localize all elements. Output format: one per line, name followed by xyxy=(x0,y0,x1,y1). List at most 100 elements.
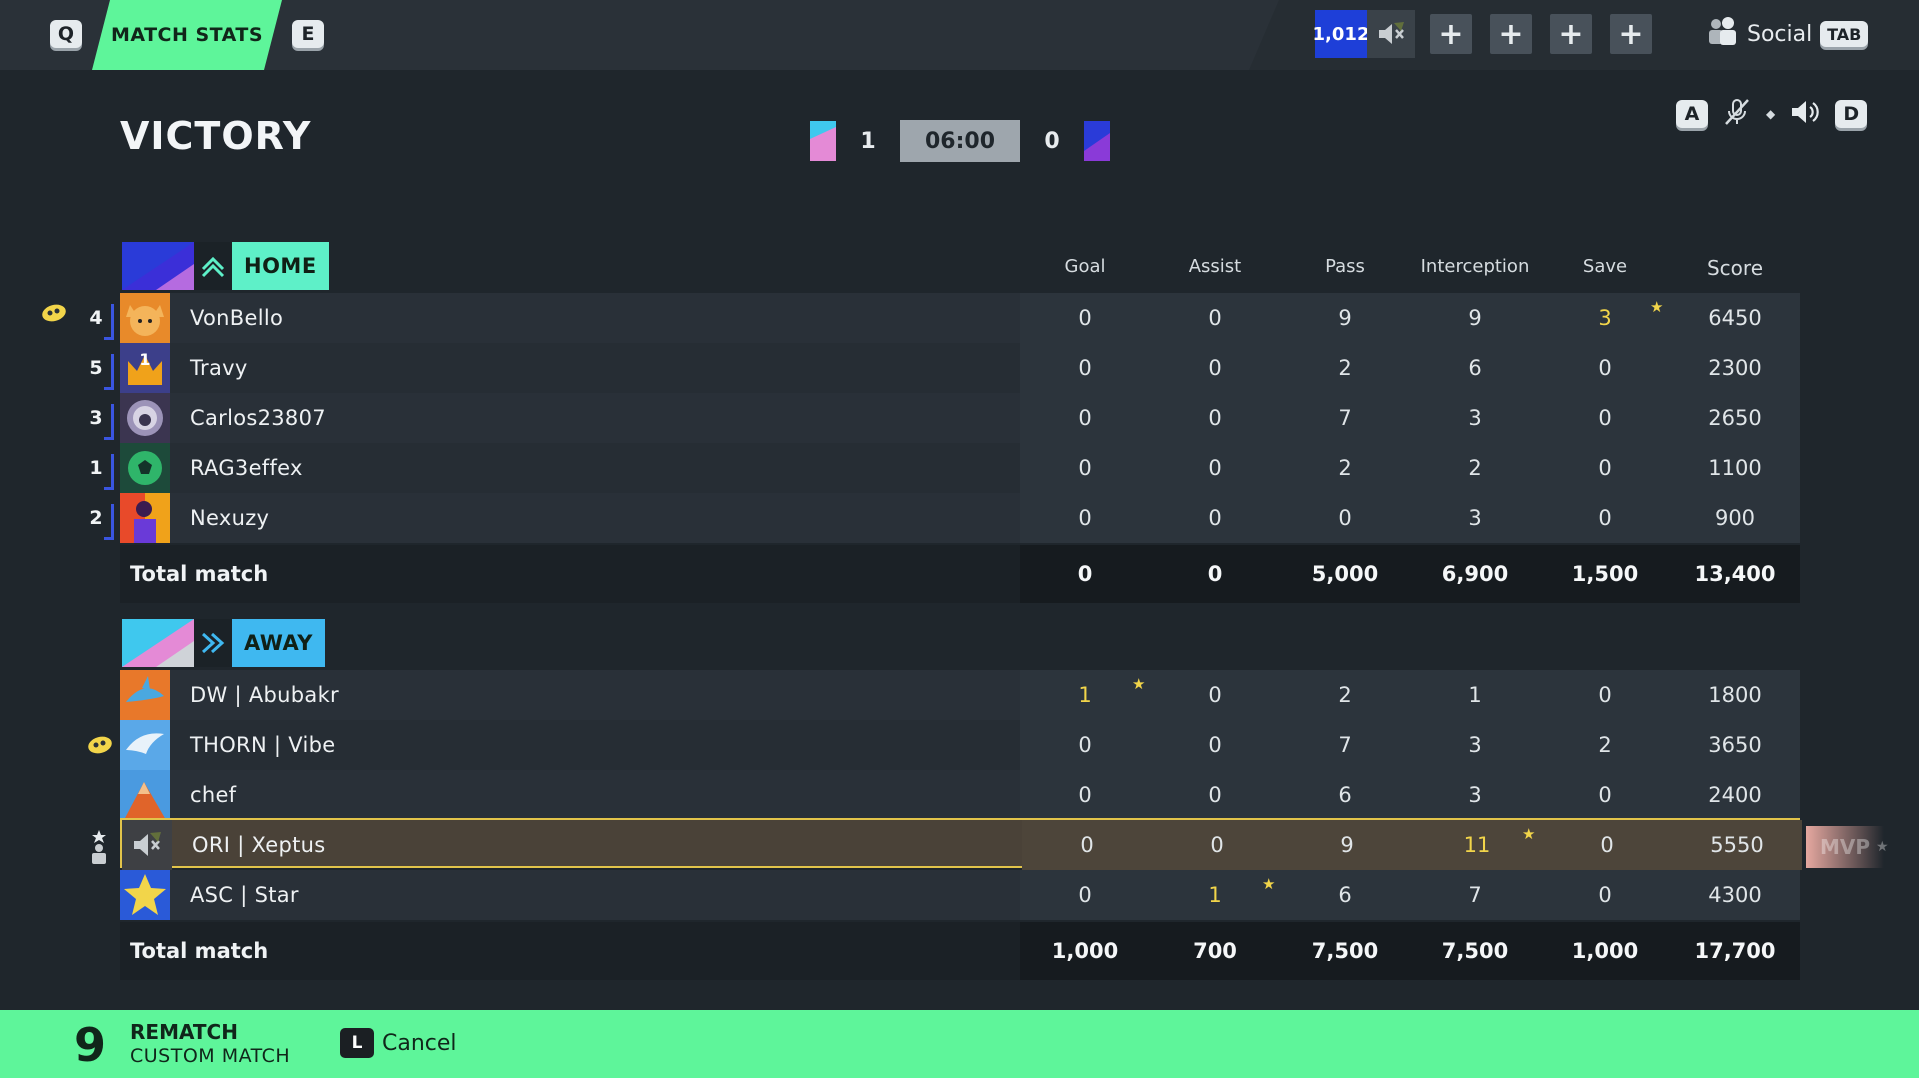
prev-tab-key[interactable]: Q xyxy=(50,20,82,48)
table-row[interactable]: Nexuzy 0 0 0 3 0 900 xyxy=(120,493,1800,543)
away-team-flag-icon xyxy=(1084,121,1110,161)
rematch-countdown: 9 xyxy=(74,1018,107,1072)
social-label: Social xyxy=(1747,21,1813,47)
pass-value: 2 xyxy=(1338,356,1352,380)
save-value: 0 xyxy=(1600,833,1614,857)
add-slot-button[interactable]: + xyxy=(1550,14,1592,54)
score-value: 2650 xyxy=(1708,406,1762,430)
away-team-header: AWAY xyxy=(122,619,325,667)
local-player-icon xyxy=(86,830,112,868)
match-timer: 06:00 xyxy=(900,120,1020,162)
next-tab-key[interactable]: E xyxy=(292,20,324,48)
score-value: 1100 xyxy=(1708,456,1762,480)
mvp-star-icon: ★ xyxy=(1876,839,1889,855)
score-value: 2300 xyxy=(1708,356,1762,380)
table-row[interactable]: ASC | Star 0 1 ★ 6 7 0 4300 xyxy=(120,870,1800,920)
player-avatar-character-icon xyxy=(120,493,170,543)
pass-value: 6 xyxy=(1338,883,1352,907)
player-rank: 4 xyxy=(76,296,116,340)
home-team-label: HOME xyxy=(232,242,329,290)
home-team-flag-icon xyxy=(810,121,836,161)
pass-value: 0 xyxy=(1338,506,1352,530)
pass-value: 9 xyxy=(1340,833,1354,857)
total-pass: 5,000 xyxy=(1311,562,1379,586)
pass-value: 6 xyxy=(1338,783,1352,807)
save-value: 0 xyxy=(1598,406,1612,430)
total-assist: 0 xyxy=(1207,562,1223,586)
total-score: 17,700 xyxy=(1694,939,1776,963)
save-value: 0 xyxy=(1598,506,1612,530)
speaker-icon[interactable] xyxy=(1789,98,1821,130)
cancel-button[interactable]: L Cancel xyxy=(340,1028,457,1058)
player-rank: 1 xyxy=(76,446,116,490)
table-row[interactable]: Carlos23807 0 0 7 3 0 2650 xyxy=(120,393,1800,443)
home-score: 1 xyxy=(860,128,876,154)
best-stat-star-icon: ★ xyxy=(1650,298,1664,316)
audio-right-key[interactable]: D xyxy=(1835,100,1868,128)
currency-display[interactable]: 1,012 xyxy=(1313,10,1415,58)
player-avatar-astronaut-icon xyxy=(120,393,170,443)
svg-text:1: 1 xyxy=(139,350,150,369)
column-assist: Assist xyxy=(1188,256,1242,277)
away-total-row: Total match 1,000 700 7,500 7,500 1,000 … xyxy=(120,922,1800,980)
total-assist: 700 xyxy=(1193,939,1237,963)
muted-mic-icon[interactable] xyxy=(1722,97,1752,131)
best-stat-star-icon: ★ xyxy=(1262,875,1276,893)
social-button[interactable]: Social TAB xyxy=(1705,14,1869,54)
total-interception: 7,500 xyxy=(1441,939,1509,963)
total-score: 13,400 xyxy=(1694,562,1776,586)
save-value: 0 xyxy=(1598,456,1612,480)
bottom-action-bar: 9 REMATCH CUSTOM MATCH L Cancel xyxy=(0,1010,1919,1078)
table-row[interactable]: chef 0 0 6 3 0 2400 xyxy=(120,770,1800,820)
column-pass: Pass xyxy=(1325,256,1365,277)
table-row[interactable]: 1 Travy 0 0 2 6 0 2300 xyxy=(120,343,1800,393)
assist-value: 0 xyxy=(1208,733,1222,757)
table-row[interactable]: RAG3effex 0 0 2 2 0 1100 xyxy=(120,443,1800,493)
add-slot-button[interactable]: + xyxy=(1430,14,1472,54)
dot-separator-icon: ◆ xyxy=(1766,107,1776,121)
rematch-title[interactable]: REMATCH xyxy=(130,1020,238,1044)
pass-value: 2 xyxy=(1338,683,1352,707)
score-value: 5550 xyxy=(1710,833,1764,857)
tab-match-stats[interactable]: MATCH STATS xyxy=(92,0,282,70)
score-value: 6450 xyxy=(1708,306,1762,330)
table-row[interactable]: DW | Abubakr 1 ★ 0 2 1 0 1800 xyxy=(120,670,1800,720)
goal-value: 0 xyxy=(1078,456,1092,480)
total-label: Total match xyxy=(130,939,269,963)
muted-speaker-icon xyxy=(1367,10,1415,58)
player-name: DW | Abubakr xyxy=(190,683,339,707)
away-score: 0 xyxy=(1044,128,1060,154)
player-name: THORN | Vibe xyxy=(190,733,336,757)
interception-value: 3 xyxy=(1468,506,1482,530)
table-row-current-player[interactable]: ORI | Xeptus 0 0 9 11 ★ 0 5550 xyxy=(120,818,1802,870)
player-avatar-shark-icon xyxy=(120,670,170,720)
mvp-badge: MVP ★ xyxy=(1806,826,1889,868)
player-name: Nexuzy xyxy=(190,506,270,530)
social-key: TAB xyxy=(1820,21,1869,47)
audio-left-key[interactable]: A xyxy=(1676,100,1708,128)
player-name: RAG3effex xyxy=(190,456,303,480)
home-team-header: HOME xyxy=(122,242,329,290)
total-interception: 6,900 xyxy=(1441,562,1509,586)
cancel-label: Cancel xyxy=(382,1030,457,1056)
interception-value: 3 xyxy=(1468,733,1482,757)
add-slot-button[interactable]: + xyxy=(1610,14,1652,54)
total-save: 1,000 xyxy=(1571,939,1639,963)
match-result-title: VICTORY xyxy=(120,114,312,158)
goal-value: 0 xyxy=(1078,356,1092,380)
player-avatar-ball-icon xyxy=(120,443,170,493)
away-team-emblem-icon xyxy=(122,619,194,667)
scoreline: 1 06:00 0 xyxy=(810,120,1110,162)
best-stat-star-icon: ★ xyxy=(1132,675,1146,693)
goal-value: 0 xyxy=(1078,783,1092,807)
player-name: Travy xyxy=(190,356,248,380)
goal-value: 0 xyxy=(1080,833,1094,857)
assist-value: 0 xyxy=(1208,406,1222,430)
add-slot-button[interactable]: + xyxy=(1490,14,1532,54)
player-rank: 5 xyxy=(76,346,116,390)
audio-controls[interactable]: A ◆ D xyxy=(1676,97,1868,131)
assist-value: 0 xyxy=(1208,783,1222,807)
assist-value: 0 xyxy=(1208,506,1222,530)
table-row[interactable]: THORN | Vibe 0 0 7 3 2 3650 xyxy=(120,720,1800,770)
table-row[interactable]: VonBello 0 0 9 9 3 ★ 6450 xyxy=(120,293,1800,343)
